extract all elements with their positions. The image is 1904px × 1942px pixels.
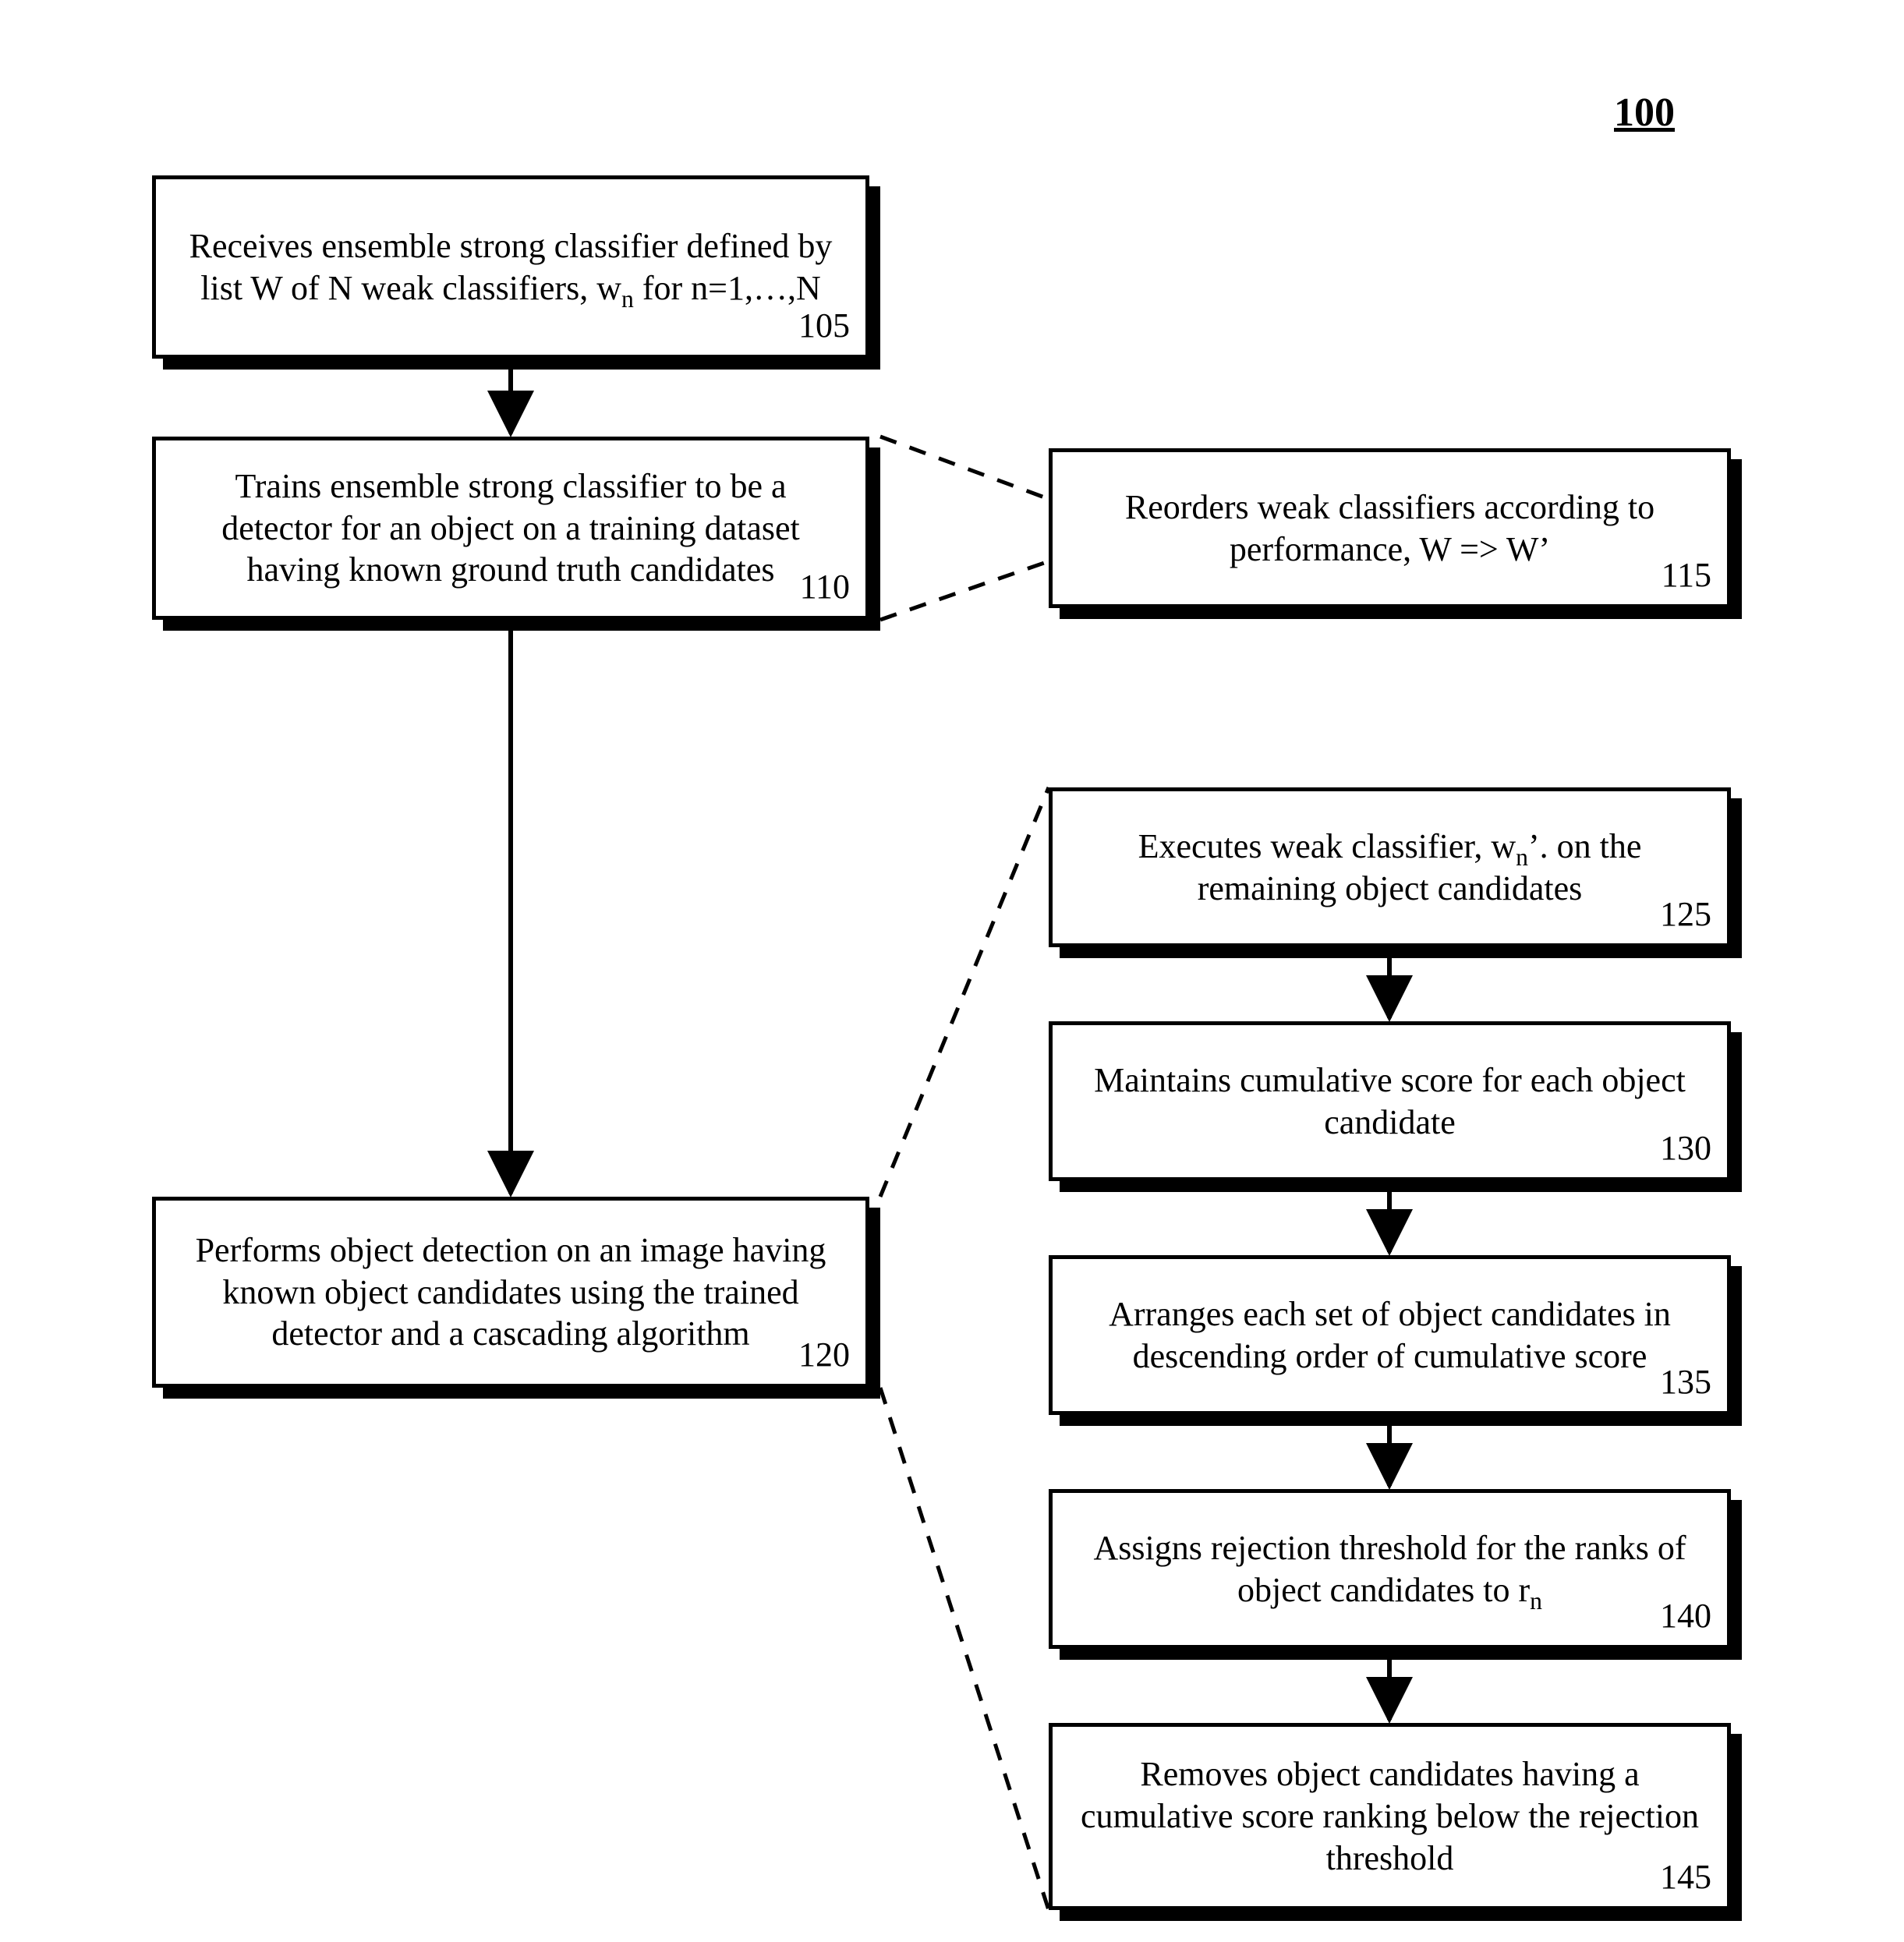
box-115: Reorders weak classifiers according to p… (1049, 448, 1731, 608)
box-140: Assigns rejection threshold for the rank… (1049, 1489, 1731, 1649)
box-130: Maintains cumulative score for each obje… (1049, 1021, 1731, 1181)
dash-120-145 (880, 1388, 1049, 1910)
box-135-text: Arranges each set of object candidates i… (1074, 1293, 1705, 1377)
box-135-num: 135 (1660, 1362, 1711, 1402)
box-110-text: Trains ensemble strong classifier to be … (178, 465, 844, 591)
box-145: Removes object candidates having a cumul… (1049, 1723, 1731, 1910)
box-135: Arranges each set of object candidates i… (1049, 1255, 1731, 1415)
box-120: Performs object detection on an image ha… (152, 1197, 869, 1388)
dash-110-115-top (880, 437, 1049, 499)
box-120-num: 120 (798, 1335, 850, 1374)
dash-110-115-bot (880, 561, 1049, 620)
box-140-text: Assigns rejection threshold for the rank… (1074, 1527, 1705, 1611)
box-105: Receives ensemble strong classifier defi… (152, 175, 869, 359)
box-130-num: 130 (1660, 1128, 1711, 1168)
dash-120-125 (880, 787, 1049, 1197)
box-125-text: Executes weak classifier, wn’. on the re… (1074, 826, 1705, 909)
flowchart-canvas: 100 Receives ensemble strong classifier … (0, 0, 1904, 1942)
box-125-num: 125 (1660, 894, 1711, 934)
box-115-num: 115 (1662, 555, 1711, 595)
box-120-text: Performs object detection on an image ha… (178, 1229, 844, 1355)
figure-number: 100 (1614, 90, 1675, 136)
box-125: Executes weak classifier, wn’. on the re… (1049, 787, 1731, 947)
box-105-text: Receives ensemble strong classifier defi… (178, 225, 844, 309)
box-145-text: Removes object candidates having a cumul… (1074, 1753, 1705, 1879)
box-105-num: 105 (798, 306, 850, 345)
box-130-text: Maintains cumulative score for each obje… (1074, 1059, 1705, 1143)
box-140-num: 140 (1660, 1596, 1711, 1636)
box-110-num: 110 (800, 567, 850, 607)
box-110: Trains ensemble strong classifier to be … (152, 437, 869, 620)
box-115-text: Reorders weak classifiers according to p… (1074, 486, 1705, 570)
box-145-num: 145 (1660, 1857, 1711, 1897)
